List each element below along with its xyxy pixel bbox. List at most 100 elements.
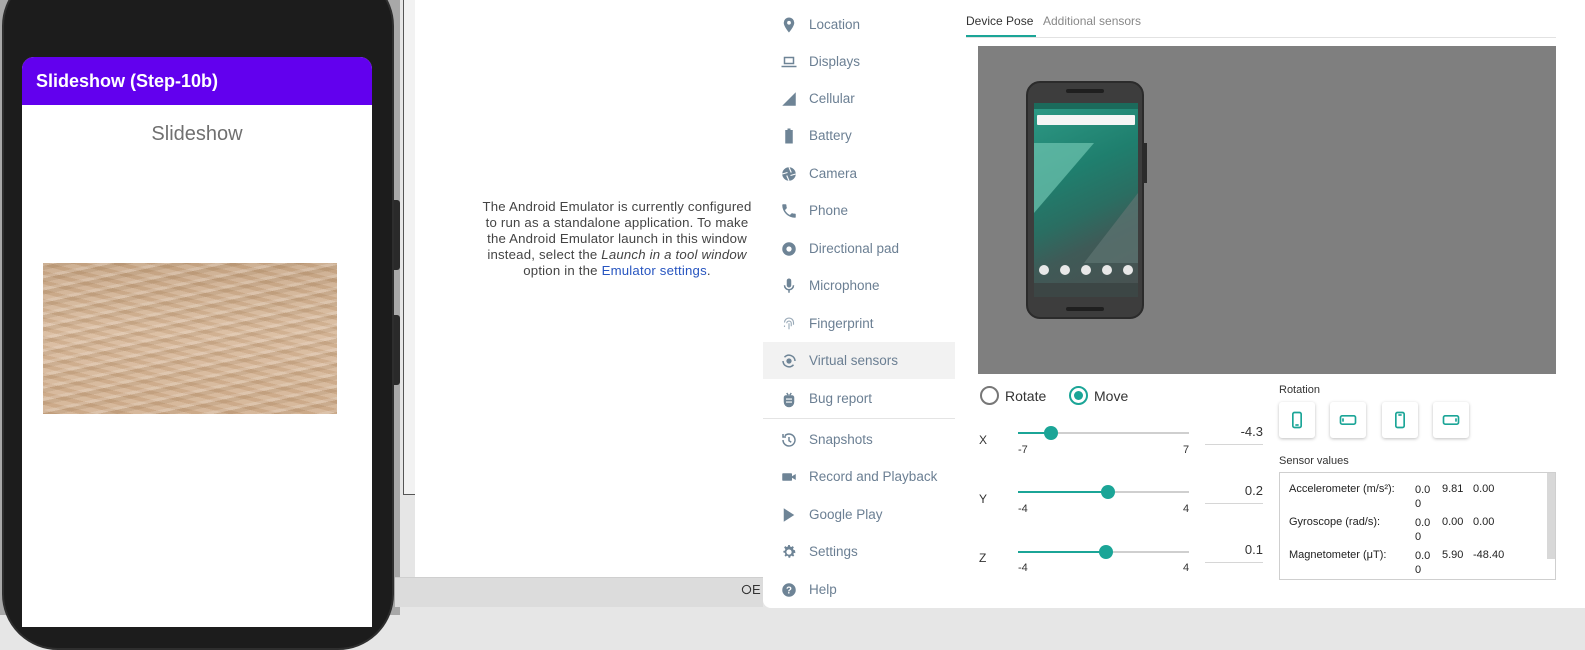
- virtual-sensors-panel: Device Pose Additional sensors Rotate Mo…: [955, 0, 1585, 608]
- sidebar-item-cellular[interactable]: Cellular: [763, 80, 955, 117]
- status-strip: E: [395, 577, 763, 607]
- magnetometer-z: -48.40: [1473, 549, 1505, 561]
- emulator-settings-link[interactable]: Emulator settings: [602, 263, 707, 278]
- wallpaper-shape: [1084, 193, 1138, 263]
- play-store-icon: [779, 505, 799, 525]
- rotate-radio-label: Rotate: [1005, 387, 1047, 404]
- sidebar-item-fingerprint[interactable]: Fingerprint: [763, 305, 955, 342]
- move-radio-circle: [1069, 386, 1088, 405]
- device-model-dock: [1034, 261, 1138, 279]
- sidebar-item-label: Cellular: [809, 91, 855, 106]
- sidebar-item-label: Displays: [809, 54, 861, 69]
- device-model-status-bar: [1034, 103, 1138, 109]
- magnetometer-x: 0.00: [1415, 550, 1431, 576]
- sidebar-item-label: Directional pad: [809, 241, 900, 256]
- accelerometer-x: 0.00: [1415, 484, 1431, 510]
- sidebar-item-microphone[interactable]: Microphone: [763, 267, 955, 304]
- app-icon: [1080, 265, 1091, 275]
- x-slider-min: -7: [1018, 444, 1028, 456]
- sidebar-item-label: Battery: [809, 128, 852, 143]
- sidebar-item-camera[interactable]: Camera: [763, 155, 955, 192]
- sidebar-item-displays[interactable]: Displays: [763, 43, 955, 80]
- device-screen[interactable]: Slideshow (Step-10b) Slideshow: [22, 57, 372, 627]
- sidebar-item-settings[interactable]: Settings: [763, 533, 955, 570]
- bug-icon: [779, 389, 799, 409]
- z-slider-min: -4: [1018, 562, 1028, 574]
- gyroscope-y: 0.00: [1442, 516, 1464, 528]
- app-bar-title: Slideshow (Step-10b): [36, 70, 219, 91]
- sidebar-item-label: Google Play: [809, 507, 883, 522]
- y-slider-max: 4: [1183, 503, 1190, 515]
- device-model-speaker: [1066, 307, 1104, 311]
- sidebar-item-record-and-playback[interactable]: Record and Playback: [763, 458, 955, 495]
- sidebar-item-directional-pad[interactable]: Directional pad: [763, 230, 955, 267]
- reverse-landscape-icon[interactable]: [1433, 402, 1469, 438]
- x-slider-max: 7: [1183, 444, 1190, 456]
- sensor-values-scrollbar[interactable]: [1547, 473, 1555, 559]
- sidebar-item-battery[interactable]: Battery: [763, 117, 955, 154]
- device-model-side-button: [1144, 143, 1147, 183]
- device-side-button: [394, 200, 400, 270]
- dpad-icon: [779, 239, 799, 259]
- extended-controls-sidebar: Location Displays Cellular Battery Camer…: [763, 0, 955, 608]
- tab-divider: [966, 37, 1556, 38]
- move-radio[interactable]: Move: [1069, 386, 1128, 405]
- sidebar-item-label: Bug report: [809, 391, 873, 406]
- status-strip-text: E: [741, 582, 761, 597]
- gyroscope-x: 0.00: [1415, 517, 1431, 543]
- magnetometer-y: 5.90: [1442, 549, 1464, 561]
- active-tab-indicator: [966, 35, 1036, 37]
- x-value[interactable]: -4.3: [1205, 424, 1263, 439]
- fingerprint-icon: [779, 314, 799, 334]
- app-icon: [1039, 265, 1050, 275]
- sidebar-item-google-play[interactable]: Google Play: [763, 496, 955, 533]
- z-slider[interactable]: [1018, 545, 1189, 559]
- tab-device-pose[interactable]: Device Pose: [966, 14, 1033, 28]
- tab-additional-sensors[interactable]: Additional sensors: [1043, 14, 1141, 28]
- phone-icon: [779, 201, 799, 221]
- sensors-icon: [779, 351, 799, 371]
- sidebar-item-virtual-sensors[interactable]: Virtual sensors: [763, 342, 955, 379]
- z-value[interactable]: 0.1: [1205, 542, 1263, 557]
- device-model-screen: [1034, 103, 1138, 297]
- sidebar-item-bug-report[interactable]: Bug report: [763, 380, 955, 417]
- sidebar-item-help[interactable]: ? Help: [763, 571, 955, 608]
- y-slider-thumb[interactable]: [1100, 485, 1115, 499]
- x-slider[interactable]: [1018, 426, 1189, 440]
- sidebar-item-label: Location: [809, 17, 861, 32]
- sidebar-item-phone[interactable]: Phone: [763, 192, 955, 229]
- device-model[interactable]: [1026, 81, 1147, 319]
- magnetometer-label: Magnetometer (μT):: [1289, 549, 1387, 561]
- help-icon: ?: [779, 580, 799, 600]
- battery-icon: [779, 126, 799, 146]
- landscape-icon[interactable]: [1330, 402, 1366, 438]
- video-icon: [779, 467, 799, 487]
- y-value-underline: [1205, 503, 1263, 504]
- sidebar-item-label: Settings: [809, 544, 858, 559]
- sensor-values-label: Sensor values: [1279, 455, 1349, 467]
- app-bar: Slideshow (Step-10b): [22, 57, 372, 105]
- app-icon: [1122, 265, 1133, 275]
- reverse-portrait-icon[interactable]: [1382, 402, 1418, 438]
- y-value[interactable]: 0.2: [1205, 483, 1263, 498]
- device-model-search-bar: [1037, 115, 1135, 125]
- camera-aperture-icon: [779, 164, 799, 184]
- sidebar-item-location[interactable]: Location: [763, 6, 955, 43]
- microphone-icon: [779, 276, 799, 296]
- y-slider[interactable]: [1018, 485, 1189, 499]
- sidebar-item-label: Microphone: [809, 278, 880, 293]
- z-axis-label: Z: [979, 551, 987, 565]
- x-slider-thumb[interactable]: [1043, 426, 1058, 440]
- portrait-icon[interactable]: [1279, 402, 1315, 438]
- slide-title: Slideshow: [151, 123, 243, 145]
- rotate-radio-circle: [980, 386, 999, 405]
- tool-window-area: The Android Emulator is currently config…: [415, 0, 763, 577]
- z-slider-thumb[interactable]: [1098, 545, 1113, 559]
- sidebar-item-label: Virtual sensors: [809, 353, 899, 368]
- sidebar-item-snapshots[interactable]: Snapshots: [763, 421, 955, 458]
- rotate-radio[interactable]: Rotate: [980, 386, 1046, 405]
- move-radio-label: Move: [1094, 387, 1129, 404]
- location-pin-icon: [779, 15, 799, 35]
- device-pose-viewport[interactable]: [978, 46, 1556, 374]
- sidebar-divider: [763, 418, 955, 419]
